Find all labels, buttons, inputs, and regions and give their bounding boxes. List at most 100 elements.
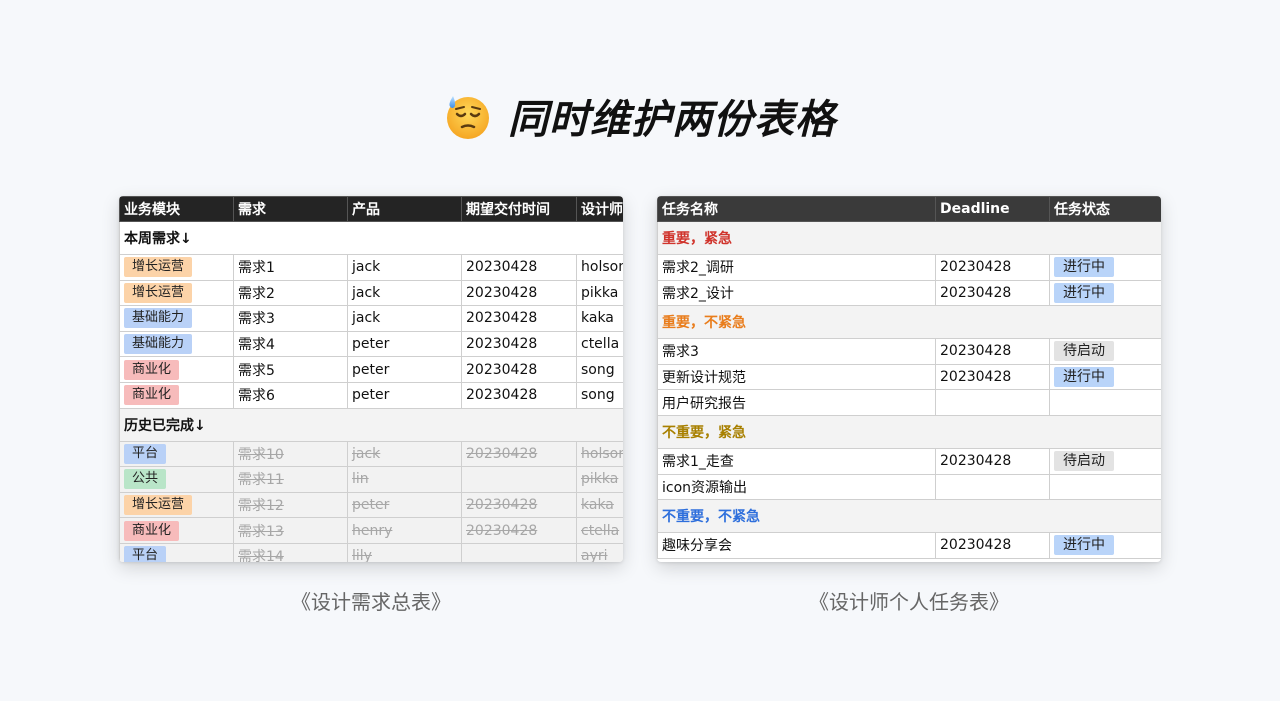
designer-cell[interactable]: pikka	[576, 279, 623, 307]
module-tag[interactable]: 商业化	[119, 381, 234, 409]
designer-cell[interactable]: ctella	[576, 517, 623, 544]
table-row[interactable]: 基础能力 需求4 peter 20230428 ctella	[119, 330, 623, 358]
task-status-cell[interactable]: 进行中	[1049, 363, 1161, 391]
table-row[interactable]: 增长运营 需求2 jack 20230428 pikka	[119, 279, 623, 307]
designer-cell[interactable]: ctella	[576, 330, 623, 358]
task-status-cell[interactable]: 待启动	[1049, 447, 1161, 475]
task-name-cell[interactable]: icon资源输出	[657, 473, 936, 501]
task-status-cell[interactable]: 进行中	[1049, 279, 1161, 307]
designer-cell[interactable]: ayri	[576, 542, 623, 562]
requirement-cell[interactable]: 需求5	[233, 356, 348, 383]
designer-cell[interactable]: kaka	[576, 305, 623, 332]
table-row[interactable]: 商业化 需求13 henry 20230428 ctella	[119, 517, 623, 544]
section-label[interactable]: 历史已完成↓	[119, 407, 623, 442]
product-cell[interactable]: jack	[347, 279, 462, 307]
table-row[interactable]: 公共 需求11 lin pikka	[119, 466, 623, 493]
deadline-cell[interactable]: 20230428	[935, 532, 1050, 559]
priority-group-label[interactable]: 重要，紧急	[657, 221, 1161, 255]
table-row[interactable]: 增长运营 需求1 jack 20230428 holson	[119, 254, 623, 281]
module-tag[interactable]: 公共	[119, 466, 234, 493]
header-task-name[interactable]: 任务名称	[657, 196, 936, 222]
task-status-cell[interactable]	[1049, 473, 1161, 501]
requirement-cell[interactable]: 需求11	[233, 466, 348, 493]
designer-cell[interactable]: holson	[576, 254, 623, 281]
delivery-date-cell[interactable]: 20230428	[461, 305, 577, 332]
requirement-cell[interactable]: 需求4	[233, 330, 348, 358]
task-name-cell[interactable]: 趣味分享会	[657, 532, 936, 559]
designer-cell[interactable]: song	[576, 356, 623, 383]
table-row[interactable]: 需求2_设计 20230428 进行中	[657, 279, 1161, 307]
delivery-date-cell[interactable]: 20230428	[461, 254, 577, 281]
table-row[interactable]: 平台 需求10 jack 20230428 holson	[119, 440, 623, 468]
delivery-date-cell[interactable]: 20230428	[461, 330, 577, 358]
module-tag[interactable]: 商业化	[119, 517, 234, 544]
requirement-cell[interactable]: 需求2	[233, 279, 348, 307]
header-module[interactable]: 业务模块	[119, 196, 234, 222]
task-name-cell[interactable]: 需求1_走查	[657, 447, 936, 475]
priority-group-label[interactable]: 不重要，不紧急	[657, 499, 1161, 534]
header-requirement[interactable]: 需求	[233, 196, 348, 222]
header-task-status[interactable]: 任务状态	[1049, 196, 1161, 222]
deadline-cell[interactable]: 20230428	[935, 279, 1050, 307]
priority-group-label[interactable]: 重要，不紧急	[657, 305, 1161, 340]
task-name-cell[interactable]: 需求2_调研	[657, 254, 936, 281]
module-tag[interactable]: 增长运营	[119, 491, 234, 519]
deadline-cell[interactable]: 20230428	[935, 447, 1050, 475]
table-row[interactable]: 需求1_走查 20230428 待启动	[657, 447, 1161, 475]
table-row[interactable]: 需求3 20230428 待启动	[657, 338, 1161, 365]
designer-cell[interactable]: song	[576, 381, 623, 409]
product-cell[interactable]: henry	[347, 517, 462, 544]
task-name-cell[interactable]: 需求2_设计	[657, 279, 936, 307]
table-row[interactable]: 需求2_调研 20230428 进行中	[657, 254, 1161, 281]
module-tag[interactable]: 商业化	[119, 356, 234, 383]
table-row[interactable]: 增长运营 需求12 peter 20230428 kaka	[119, 491, 623, 519]
delivery-date-cell[interactable]: 20230428	[461, 491, 577, 519]
header-product[interactable]: 产品	[347, 196, 462, 222]
section-label[interactable]: 本周需求↓	[119, 221, 623, 255]
deadline-cell[interactable]: 20230428	[935, 254, 1050, 281]
table-row[interactable]: 趣味分享会 20230428 进行中	[657, 532, 1161, 559]
delivery-date-cell[interactable]: 20230428	[461, 279, 577, 307]
module-tag[interactable]: 基础能力	[119, 305, 234, 332]
module-tag[interactable]: 平台	[119, 542, 234, 562]
delivery-date-cell[interactable]: 20230428	[461, 440, 577, 468]
product-cell[interactable]: lin	[347, 466, 462, 493]
task-name-cell[interactable]: 用户研究报告	[657, 389, 936, 416]
designer-cell[interactable]: kaka	[576, 491, 623, 519]
task-status-cell[interactable]: 进行中	[1049, 254, 1161, 281]
requirement-cell[interactable]: 需求10	[233, 440, 348, 468]
module-tag[interactable]: 平台	[119, 440, 234, 468]
requirement-cell[interactable]: 需求13	[233, 517, 348, 544]
product-cell[interactable]: jack	[347, 440, 462, 468]
table-row[interactable]: icon资源输出	[657, 473, 1161, 501]
deadline-cell[interactable]: 20230428	[935, 363, 1050, 391]
header-deadline[interactable]: Deadline	[935, 196, 1050, 222]
requirement-cell[interactable]: 需求3	[233, 305, 348, 332]
table-row[interactable]: 商业化 需求6 peter 20230428 song	[119, 381, 623, 409]
task-name-cell[interactable]: 需求3	[657, 338, 936, 365]
table-row[interactable]: 用户研究报告	[657, 389, 1161, 416]
table-row[interactable]: 更新设计规范 20230428 进行中	[657, 363, 1161, 391]
requirement-cell[interactable]: 需求6	[233, 381, 348, 409]
deadline-cell[interactable]	[935, 473, 1050, 501]
product-cell[interactable]: jack	[347, 254, 462, 281]
delivery-date-cell[interactable]: 20230428	[461, 381, 577, 409]
delivery-date-cell[interactable]	[461, 466, 577, 493]
requirement-cell[interactable]: 需求14	[233, 542, 348, 562]
product-cell[interactable]: peter	[347, 356, 462, 383]
product-cell[interactable]: lily	[347, 542, 462, 562]
header-delivery-date[interactable]: 期望交付时间	[461, 196, 577, 222]
requirement-cell[interactable]: 需求12	[233, 491, 348, 519]
product-cell[interactable]: peter	[347, 491, 462, 519]
designer-cell[interactable]: holson	[576, 440, 623, 468]
deadline-cell[interactable]: 20230428	[935, 338, 1050, 365]
module-tag[interactable]: 增长运营	[119, 279, 234, 307]
delivery-date-cell[interactable]: 20230428	[461, 356, 577, 383]
table-row[interactable]: 平台 需求14 lily ayri	[119, 542, 623, 562]
task-name-cell[interactable]: 更新设计规范	[657, 363, 936, 391]
module-tag[interactable]: 增长运营	[119, 254, 234, 281]
table-row[interactable]: 基础能力 需求3 jack 20230428 kaka	[119, 305, 623, 332]
delivery-date-cell[interactable]: 20230428	[461, 517, 577, 544]
deadline-cell[interactable]	[935, 389, 1050, 416]
product-cell[interactable]: peter	[347, 330, 462, 358]
